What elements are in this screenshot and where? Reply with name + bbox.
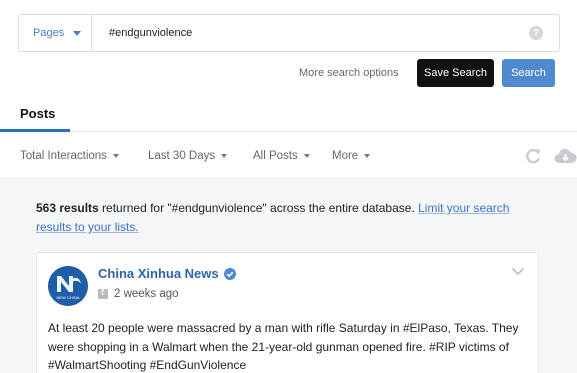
caret-down-icon [364,154,371,158]
post-type-filter[interactable]: All Posts [253,150,310,162]
date-range-label: Last 30 Days [148,150,216,162]
page: Pages ? More search options Save Search … [0,0,577,373]
more-filter-label: More [332,150,359,162]
filter-bar: Total Interactions Last 30 Days All Post… [0,133,577,179]
refresh-icon[interactable] [524,147,542,165]
more-search-options-link[interactable]: More search options [299,67,399,79]
tabs: Posts [0,104,577,132]
avatar[interactable]: NEW CHINA [48,266,88,306]
cloud-download-icon[interactable] [554,148,577,164]
facebook-icon [98,287,108,299]
help-icon[interactable]: ? [529,26,543,40]
chevron-down-icon[interactable] [511,267,525,276]
post-text: At least 20 people were massacred by a m… [48,321,519,372]
sort-filter[interactable]: Total Interactions [20,150,119,162]
post-meta: 2 weeks ago [98,287,179,300]
results-count: 563 results [36,201,99,215]
post-author[interactable]: China Xinhua News [98,266,236,281]
post-type-label: All Posts [253,150,298,162]
active-tab-indicator [0,129,70,132]
post-card: NEW CHINA China Xinhua News 2 weeks ago … [36,252,539,373]
caret-down-icon [221,154,228,158]
author-name: China Xinhua News [98,266,219,281]
search-input[interactable] [92,15,529,51]
scope-label: Pages [33,27,65,39]
caret-down-icon [112,154,119,158]
more-filter[interactable]: More [332,150,371,162]
results-summary: 563 results returned for "#endgunviolenc… [36,199,546,237]
results-text: returned for "#endgunviolence" across th… [98,201,419,215]
avatar-text: NEW CHINA [57,295,80,300]
save-search-button[interactable]: Save Search [417,59,494,87]
tab-posts[interactable]: Posts [20,106,55,121]
sort-filter-label: Total Interactions [20,150,107,162]
caret-down-icon [303,154,310,158]
post-time: 2 weeks ago [114,288,179,300]
caret-down-icon [73,30,82,36]
verified-icon [223,267,236,280]
search-button[interactable]: Search [502,59,555,87]
date-range-filter[interactable]: Last 30 Days [148,150,228,162]
search-bar: Pages ? [18,14,560,52]
scope-dropdown[interactable]: Pages [19,15,92,51]
